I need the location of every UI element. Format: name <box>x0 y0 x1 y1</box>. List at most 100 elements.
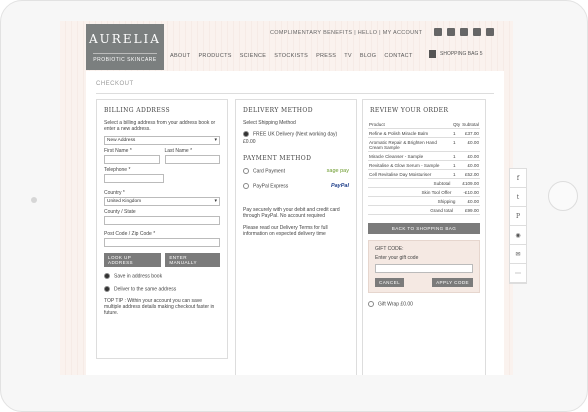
save-address-radio[interactable] <box>104 273 110 279</box>
nav-blog[interactable]: BLOG <box>360 53 376 59</box>
pinterest-icon[interactable] <box>473 28 481 36</box>
skin-offer-label: Skin Tool Offer <box>421 189 452 195</box>
paypal-label: PayPal Express <box>253 182 289 189</box>
gift-wrap-radio[interactable] <box>368 301 374 307</box>
brand-tagline: PROBIOTIC SKINCARE <box>93 53 157 63</box>
nav-press[interactable]: PRESS <box>316 53 336 59</box>
row-subtotal: £0.00 <box>461 151 480 161</box>
share-twitter-icon[interactable]: t <box>510 188 526 207</box>
row-product: Revitalise & Glow Serum - Sample <box>368 160 452 170</box>
telephone-field[interactable] <box>104 174 164 183</box>
postcode-field[interactable] <box>104 238 220 247</box>
billing-title: BILLING ADDRESS <box>104 107 171 114</box>
county-label: County / State <box>104 209 136 215</box>
home-button[interactable] <box>548 181 578 211</box>
review-title: REVIEW YOUR ORDER <box>370 107 449 114</box>
shopping-bag[interactable]: SHOPPING BAG 5 <box>429 50 483 58</box>
bag-icon <box>429 50 436 58</box>
table-row: Miracle Cleanser - Sample 1 £0.00 <box>368 151 480 161</box>
share-more-icon[interactable]: ⋯ <box>510 264 526 283</box>
card-payment-radio[interactable] <box>243 168 249 175</box>
share-bar: f t P ◉ ✉ ⋯ <box>509 168 527 284</box>
facebook-icon[interactable] <box>434 28 442 36</box>
free-delivery-label: FREE UK Delivery (Next working day) <box>253 131 338 138</box>
enter-manually-button[interactable]: ENTER MANUALLY <box>165 253 220 267</box>
nav-science[interactable]: SCIENCE <box>240 53 267 59</box>
twitter-icon[interactable] <box>447 28 455 36</box>
top-links[interactable]: COMPLIMENTARY BENEFITS | HELLO | MY ACCO… <box>270 30 422 36</box>
row-qty: 1 <box>451 151 462 161</box>
grand-total-value: £99.00 <box>464 207 479 213</box>
lookup-address-button[interactable]: LOOK UP ADDRESS <box>104 253 162 267</box>
share-chat-icon[interactable]: ◉ <box>510 226 526 245</box>
nav-tv[interactable]: TV <box>344 53 352 59</box>
share-facebook-icon[interactable]: f <box>510 169 526 188</box>
table-row: Cell Revitalise Day Moisturiser 1 £52.00 <box>368 169 480 179</box>
payment-title: PAYMENT METHOD <box>243 155 312 163</box>
paypal-note: Pay securely with your debit and credit … <box>243 206 340 220</box>
review-panel: REVIEW YOUR ORDER Product Qty Subtotal Ref… <box>362 99 486 375</box>
free-delivery-radio[interactable] <box>243 131 249 137</box>
same-address-label: Deliver to the same address <box>114 286 177 293</box>
save-address-label: Save in address book <box>114 273 163 280</box>
social-icons <box>434 28 494 36</box>
browser-screen: AURELIA PROBIOTIC SKINCARE COMPLIMENTARY… <box>60 21 513 375</box>
address-select[interactable]: New Address <box>104 136 220 145</box>
delivery-price: £0.00 <box>243 139 256 146</box>
country-label: Country * <box>104 190 125 196</box>
last-name-field[interactable] <box>164 155 220 164</box>
row-product: Miracle Cleanser - Sample <box>368 151 452 161</box>
postcode-label: Post Code / Zip Code * <box>104 231 156 237</box>
table-header: Product Qty Subtotal <box>368 120 480 129</box>
camera-dot <box>31 197 37 203</box>
apply-code-button[interactable]: APPLY CODE <box>432 278 473 287</box>
col-subtotal: Subtotal <box>461 120 480 129</box>
youtube-icon[interactable] <box>460 28 468 36</box>
country-select[interactable]: United Kingdom <box>104 197 220 206</box>
row-subtotal: £37.00 <box>461 128 480 138</box>
gift-code-input[interactable] <box>375 264 473 273</box>
card-payment-label: Card Payment <box>253 168 285 175</box>
row-subtotal: £0.00 <box>461 137 480 152</box>
subtotal-value: £109.00 <box>462 180 479 186</box>
row-qty: 1 <box>451 169 462 179</box>
paypal-logo: PayPal <box>330 182 349 189</box>
first-name-field[interactable] <box>104 155 160 164</box>
checkout-main: CHECKOUT BILLING ADDRESS Select a billin… <box>86 71 504 375</box>
county-field[interactable] <box>104 216 220 225</box>
page-title: CHECKOUT <box>96 81 134 87</box>
delivery-panel: DELIVERY METHOD Select Shipping Method F… <box>235 99 357 375</box>
table-row: Aromatic Repair & Brighten Hand Cream Sa… <box>368 137 480 152</box>
table-row: Revitalise & Glow Serum - Sample 1 £0.00 <box>368 160 480 170</box>
paypal-radio[interactable] <box>243 182 249 189</box>
share-email-icon[interactable]: ✉ <box>510 245 526 264</box>
nav-products[interactable]: PRODUCTS <box>198 53 231 59</box>
main-nav: ABOUT PRODUCTS SCIENCE STOCKISTS PRESS T… <box>170 53 413 59</box>
col-qty: Qty <box>451 120 462 129</box>
nav-contact[interactable]: CONTACT <box>384 53 412 59</box>
row-subtotal: £52.00 <box>461 169 480 179</box>
gift-code-box: GIFT CODE: Enter your gift code CANCEL A… <box>368 240 480 293</box>
same-address-radio[interactable] <box>104 286 110 293</box>
order-table: Product Qty Subtotal Refine & Polish Mirac… <box>368 120 480 179</box>
first-name-label: First Name * <box>104 148 132 154</box>
row-qty: 1 <box>451 128 462 138</box>
row-product: Aromatic Repair & Brighten Hand Cream Sa… <box>368 137 452 152</box>
shipping-value: £0.00 <box>467 198 480 204</box>
share-pinterest-icon[interactable]: P <box>510 207 526 226</box>
back-to-bag-button[interactable]: BACK TO SHOPPING BAG <box>368 223 480 234</box>
skin-offer-value: -£10.00 <box>463 189 479 195</box>
row-product: Refine & Polish Miracle Balm <box>368 128 452 138</box>
instagram-icon[interactable] <box>486 28 494 36</box>
subtotal-label: Subtotal <box>433 180 451 186</box>
brand-name: AURELIA <box>89 32 161 46</box>
nav-stockists[interactable]: STOCKISTS <box>274 53 308 59</box>
shipping-select-label: Select Shipping Method <box>243 120 296 126</box>
nav-about[interactable]: ABOUT <box>170 53 190 59</box>
brand-logo[interactable]: AURELIA PROBIOTIC SKINCARE <box>86 24 164 70</box>
gift-wrap-label: Gift Wrap £0.00 <box>378 301 413 308</box>
table-row: Refine & Polish Miracle Balm 1 £37.00 <box>368 128 480 138</box>
gift-code-prompt: Enter your gift code <box>375 255 419 261</box>
bag-label: SHOPPING BAG 5 <box>440 51 483 57</box>
cancel-button[interactable]: CANCEL <box>375 278 405 287</box>
